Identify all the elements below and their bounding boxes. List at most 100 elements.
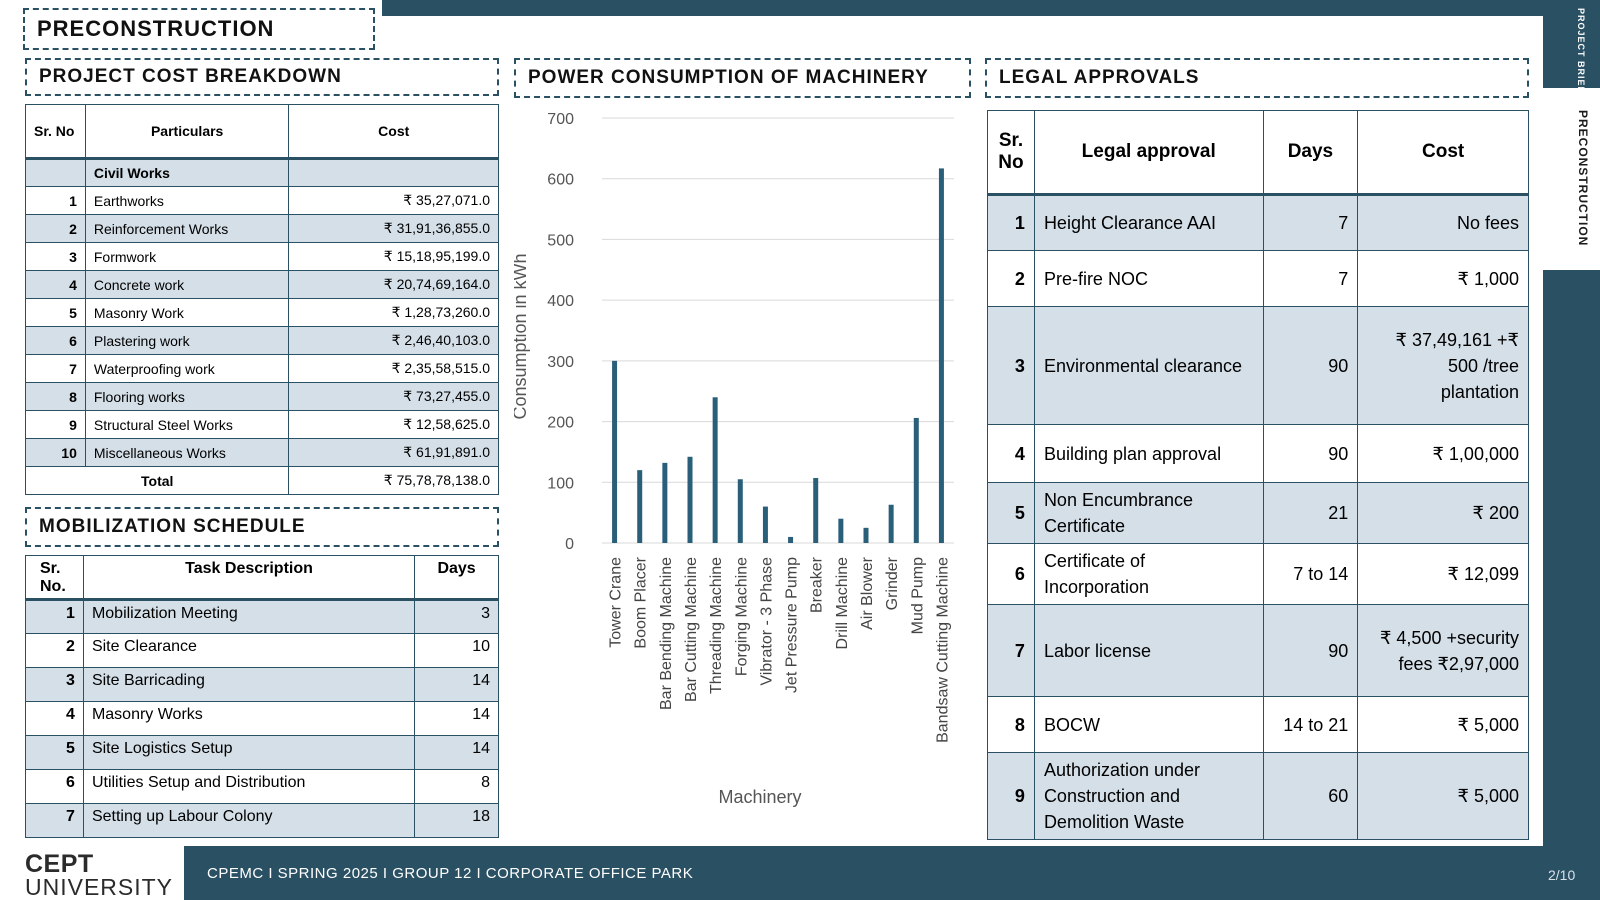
- legal-section-title: LEGAL APPROVALS: [985, 58, 1529, 98]
- cost-row-value: ₹ 15,18,95,199.0: [288, 242, 499, 271]
- cost-row-item: Structural Steel Works: [84, 410, 290, 439]
- cost-row-item: Earthworks: [84, 186, 290, 215]
- mobilization-row: 2 Site Clearance 10: [25, 633, 499, 668]
- cost-row: 4 Concrete work ₹ 20,74,69,164.0: [25, 270, 499, 299]
- legal-row-item: Height Clearance AAI: [1033, 194, 1264, 251]
- page-number: 2/10: [1548, 867, 1576, 883]
- chart-x-label: Bar Bending Machine: [658, 557, 675, 710]
- legal-header-days: Days: [1262, 110, 1359, 196]
- chart-bar: [938, 168, 944, 543]
- cost-total-row: Total ₹ 75,78,78,138.0: [24, 466, 499, 495]
- mob-row-task: Utilities Setup and Distribution: [82, 769, 416, 804]
- cost-row-no: 6: [25, 326, 86, 355]
- cost-row-no: 1: [25, 186, 86, 215]
- mob-row-task: Site Logistics Setup: [82, 735, 416, 770]
- cost-header-no: Sr. No: [25, 104, 86, 160]
- legal-row-cost: ₹ 5,000: [1357, 696, 1529, 753]
- legal-row-item: BOCW: [1033, 696, 1264, 753]
- chart-y-tick: 0: [565, 536, 574, 553]
- cost-title-text: PROJECT COST BREAKDOWN: [39, 66, 342, 87]
- cost-section-title: PROJECT COST BREAKDOWN: [25, 58, 499, 96]
- power-chart: 0 100 200 300 400 500 600 700 Tower Crane Boom Pl…: [514, 111, 954, 807]
- cost-row: 7 Waterproofing work ₹ 2,35,58,515.0: [25, 354, 499, 383]
- legal-row-days: 21: [1262, 482, 1359, 544]
- legal-row-days: 60: [1262, 752, 1359, 840]
- cost-header-particulars: Particulars: [84, 104, 290, 160]
- mob-row-task: Site Clearance: [82, 633, 416, 668]
- mob-row-no: 7: [25, 803, 84, 838]
- mob-header-days: Days: [414, 555, 499, 601]
- legal-row-no: 9: [987, 752, 1035, 840]
- chart-bar: [712, 397, 718, 543]
- cost-row-value: ₹ 73,27,455.0: [288, 382, 499, 411]
- cost-row-value: ₹ 1,28,73,260.0: [288, 298, 499, 327]
- chart-x-label: Drill Machine: [834, 557, 851, 650]
- mobilization-row: 5 Site Logistics Setup 14: [25, 735, 499, 770]
- cost-row-item: Plastering work: [84, 326, 290, 355]
- page-title-text: PRECONSTRUCTION: [37, 16, 275, 41]
- logo-university: UNIVERSITY: [25, 874, 174, 900]
- cost-row-item: Miscellaneous Works: [84, 438, 290, 467]
- legal-row-cost: ₹ 5,000: [1357, 752, 1529, 840]
- chart-x-label: Bar Cutting Machine: [683, 557, 700, 702]
- legal-row-item: Environmental clearance: [1033, 306, 1264, 425]
- chart-x-axis-label: Machinery: [718, 787, 801, 807]
- cost-group-label: Civil Works: [84, 158, 290, 187]
- legal-row-days: 90: [1262, 306, 1359, 425]
- page-title: PRECONSTRUCTION: [23, 8, 375, 50]
- mob-header-no: Sr. No.: [25, 555, 84, 601]
- footer-caption: CPEMC I SPRING 2025 I GROUP 12 I CORPORA…: [207, 865, 694, 882]
- chart-bar: [687, 456, 693, 543]
- legal-row-cost: ₹ 37,49,161 +₹ 500 /tree plantation: [1357, 306, 1529, 425]
- chart-x-label: Tower Crane: [608, 557, 625, 648]
- legal-row: 1 Height Clearance AAI 7 No fees: [987, 194, 1529, 251]
- cost-row-value: ₹ 20,74,69,164.0: [288, 270, 499, 299]
- cost-row: 6 Plastering work ₹ 2,46,40,103.0: [25, 326, 499, 355]
- cost-row-value: ₹ 61,91,891.0: [288, 438, 499, 467]
- cost-row-value: ₹ 35,27,071.0: [288, 186, 499, 215]
- chart-bar: [788, 536, 794, 543]
- chart-bar: [838, 518, 844, 543]
- legal-row: 5 Non Encumbrance Certificate 21 ₹ 200: [987, 482, 1529, 544]
- chart-x-label: Threading Machine: [708, 557, 725, 694]
- legal-row-days: 7: [1262, 194, 1359, 251]
- cost-row-value: ₹ 31,91,36,855.0: [288, 214, 499, 243]
- legal-row-cost: ₹ 4,500 +security fees ₹2,97,000: [1357, 604, 1529, 697]
- legal-row: 9 Authorization under Construction and De…: [987, 752, 1529, 840]
- chart-bar: [637, 470, 643, 543]
- mob-header-task: Task Description: [82, 555, 416, 601]
- mobilization-row: 7 Setting up Labour Colony 18: [25, 803, 499, 838]
- chart-y-tick: 200: [547, 415, 574, 432]
- cost-row: 2 Reinforcement Works ₹ 31,91,36,855.0: [25, 214, 499, 243]
- legal-row-no: 3: [987, 306, 1035, 425]
- legal-row-no: 7: [987, 604, 1035, 697]
- mobilization-row: 4 Masonry Works 14: [25, 701, 499, 736]
- legal-title-text: LEGAL APPROVALS: [999, 67, 1200, 88]
- legal-row-item: Labor license: [1033, 604, 1264, 697]
- cost-row-no: 10: [25, 438, 86, 467]
- legal-row-cost: ₹ 200: [1357, 482, 1529, 544]
- mobilization-table: Sr. No. Task Description Days 1 Mobilizat…: [25, 555, 499, 838]
- chart-bar: [762, 506, 768, 543]
- legal-row-cost: ₹ 1,000: [1357, 250, 1529, 307]
- chart-x-label: Breaker: [809, 556, 826, 613]
- chart-x-label: Forging Machine: [733, 557, 750, 676]
- cost-row-no: 4: [25, 270, 86, 299]
- legal-row-cost: No fees: [1357, 194, 1529, 251]
- cost-row: 10 Miscellaneous Works ₹ 61,91,891.0: [25, 438, 499, 467]
- side-label-project-brief[interactable]: PROJECT BRIEF: [1556, 8, 1586, 98]
- mobilization-row: 3 Site Barricading 14: [25, 667, 499, 702]
- cost-row-item: Waterproofing work: [84, 354, 290, 383]
- legal-header-approval: Legal approval: [1033, 110, 1264, 196]
- legal-row-cost: ₹ 1,00,000: [1357, 424, 1529, 483]
- mob-row-task: Site Barricading: [82, 667, 416, 702]
- legal-row-no: 1: [987, 194, 1035, 251]
- mob-row-days: 3: [414, 599, 499, 634]
- side-label-preconstruction[interactable]: PRECONSTRUCTION: [1560, 110, 1590, 260]
- chart-bar: [863, 527, 869, 543]
- chart-y-tick: 300: [547, 354, 574, 371]
- chart-y-tick: 500: [547, 232, 574, 249]
- legal-row-item: Certificate of Incorporation: [1033, 543, 1264, 605]
- cost-header-cost: Cost: [288, 104, 499, 160]
- cost-row: 5 Masonry Work ₹ 1,28,73,260.0: [25, 298, 499, 327]
